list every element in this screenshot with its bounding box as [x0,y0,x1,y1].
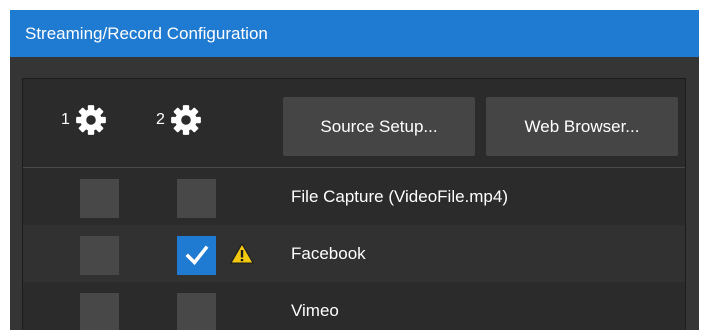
window-title: Streaming/Record Configuration [25,23,268,43]
output-config-panel: 1 2 Source Setup... Web Browser... File … [22,78,686,330]
window-title-bar: Streaming/Record Configuration [10,10,699,57]
gear-icon[interactable] [169,103,203,137]
output-row-file-capture: File Capture (VideoFile.mp4) [23,168,685,225]
gear-icon[interactable] [74,103,108,137]
channel-1-number: 1 [61,111,70,128]
channel-1-checkbox[interactable] [80,179,119,218]
output-label: Facebook [291,243,366,263]
channel-2-checkbox[interactable] [177,293,216,330]
output-label: File Capture (VideoFile.mp4) [291,186,508,206]
channel-2-number: 2 [156,111,165,128]
channel-2-settings[interactable]: 2 [156,103,203,137]
config-header-row: 1 2 Source Setup... Web Browser... [23,79,685,168]
channel-1-checkbox[interactable] [80,293,119,330]
web-browser-button[interactable]: Web Browser... [486,97,678,156]
streaming-record-config-window: Streaming/Record Configuration 1 2 Sourc… [10,10,699,330]
output-row-facebook: Facebook [23,225,685,282]
channel-1-checkbox[interactable] [80,236,119,275]
output-row-vimeo: Vimeo [23,282,685,330]
source-setup-button[interactable]: Source Setup... [283,97,475,156]
channel-2-checkbox-checked[interactable] [177,236,216,275]
channel-2-checkbox[interactable] [177,179,216,218]
warning-icon [230,243,254,264]
checkmark-icon [185,245,208,265]
output-label: Vimeo [291,300,339,320]
channel-1-settings[interactable]: 1 [61,103,108,137]
